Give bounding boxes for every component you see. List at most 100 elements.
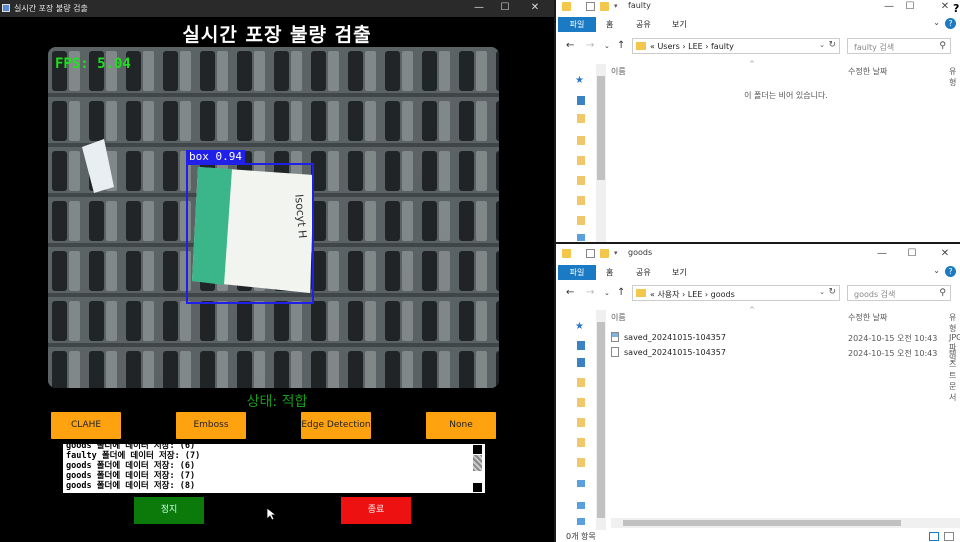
stop-button[interactable]: 정지: [134, 497, 204, 524]
tab-file[interactable]: 파일: [558, 265, 596, 280]
refresh-icon[interactable]: ↻: [828, 40, 836, 50]
help-icon[interactable]: ?: [945, 266, 956, 277]
network-icon[interactable]: [577, 502, 585, 509]
dropdown-icon[interactable]: ▾: [614, 2, 623, 11]
tab-share[interactable]: 공유: [636, 19, 651, 30]
close-icon[interactable]: ✕: [522, 0, 548, 17]
back-icon[interactable]: ←: [566, 40, 574, 51]
large-icons-view-icon[interactable]: [944, 532, 954, 541]
column-date[interactable]: 수정한 날짜: [848, 312, 887, 323]
app-titlebar[interactable]: 실시간 포장 불량 검출 — ☐ ✕: [0, 0, 554, 17]
nav-folder-icon[interactable]: [577, 196, 585, 205]
dropdown-icon[interactable]: ▾: [614, 249, 623, 258]
nav-folder-icon[interactable]: [577, 114, 585, 123]
tab-home[interactable]: 홈: [606, 19, 613, 30]
tab-view[interactable]: 보기: [672, 267, 687, 278]
chevron-down-icon[interactable]: ⌄: [819, 41, 825, 49]
forward-icon[interactable]: →: [586, 40, 594, 51]
up-icon[interactable]: ↑: [617, 40, 625, 51]
new-folder-icon[interactable]: [600, 2, 609, 11]
search-input[interactable]: faulty 검색 ⚲: [847, 38, 951, 54]
log-scrollbar[interactable]: [472, 445, 483, 492]
column-name[interactable]: 이름: [611, 66, 626, 77]
chevron-down-icon[interactable]: ⌄: [933, 266, 940, 275]
chevron-down-icon[interactable]: ⌄: [819, 288, 825, 296]
quick-access-star-icon[interactable]: ★: [575, 75, 584, 86]
exit-button[interactable]: 종료: [341, 497, 411, 524]
nav-folder-icon[interactable]: [577, 156, 585, 165]
nav-folder-icon[interactable]: [577, 438, 585, 447]
file-row[interactable]: saved_20241015-104357 2024-10-15 오전 10:4…: [611, 346, 960, 402]
chevron-down-icon[interactable]: ⌄: [933, 18, 940, 27]
tab-share[interactable]: 공유: [636, 267, 651, 278]
log-textbox[interactable]: goods 폴더에 데이터 저장: (6) faulty 폴더에 데이터 저장:…: [63, 441, 485, 493]
offscreen-window-edge: ?: [953, 2, 960, 15]
column-name[interactable]: 이름: [611, 312, 626, 323]
clahe-button[interactable]: CLAHE: [51, 412, 121, 439]
recent-dropdown-icon[interactable]: ⌄: [604, 289, 610, 297]
maximize-icon[interactable]: ☐: [895, 0, 925, 14]
properties-icon[interactable]: [586, 249, 595, 258]
scroll-down-icon[interactable]: [473, 483, 482, 492]
search-placeholder: faulty 검색: [854, 43, 895, 52]
nav-folder-icon[interactable]: [577, 136, 585, 145]
search-input[interactable]: goods 검색 ⚲: [847, 285, 951, 301]
breadcrumb[interactable]: « 사용자 › LEE › goods ⌄ ↻: [632, 285, 840, 301]
nav-folder-icon[interactable]: [577, 378, 585, 387]
explorer-titlebar[interactable]: ▾ goods — ☐ ✕: [556, 247, 960, 261]
help-icon[interactable]: ?: [945, 18, 956, 29]
back-icon[interactable]: ←: [566, 287, 574, 298]
empty-folder-message: 이 폴더는 비어 있습니다.: [744, 91, 828, 100]
tab-home[interactable]: 홈: [606, 267, 613, 278]
up-icon[interactable]: ↑: [617, 287, 625, 298]
forward-icon[interactable]: →: [586, 287, 594, 298]
nav-scrollbar[interactable]: [596, 64, 606, 242]
nav-folder-icon[interactable]: [577, 458, 585, 467]
drive-icon[interactable]: [577, 518, 585, 525]
explorer-titlebar[interactable]: ▾ faulty — ☐ ✕: [556, 0, 960, 14]
horizontal-scrollbar[interactable]: [611, 518, 960, 528]
nav-folder-icon[interactable]: [577, 418, 585, 427]
column-date[interactable]: 수정한 날짜: [848, 66, 887, 77]
minimize-icon[interactable]: —: [466, 0, 492, 17]
tab-view[interactable]: 보기: [672, 19, 687, 30]
file-row[interactable]: saved_20241015-104357 2024-10-15 오전 10:4…: [611, 331, 960, 363]
maximize-icon[interactable]: ☐: [897, 247, 927, 261]
scroll-thumb[interactable]: [597, 322, 605, 518]
explorer-title: goods: [628, 248, 653, 257]
close-icon[interactable]: ✕: [930, 247, 960, 261]
log-line: goods 폴더에 데이터 저장: (8): [66, 481, 196, 491]
this-pc-icon[interactable]: [577, 480, 585, 487]
nav-folder-icon[interactable]: [577, 398, 585, 407]
edge-detection-button[interactable]: Edge Detection: [301, 412, 371, 439]
log-line: goods 폴더에 데이터 저장: (6): [66, 441, 196, 451]
recent-dropdown-icon[interactable]: ⌄: [604, 42, 610, 50]
ribbon: 파일 홈 공유 보기 ⌄ ?: [556, 15, 960, 33]
scroll-thumb[interactable]: [623, 520, 901, 526]
emboss-button[interactable]: Emboss: [176, 412, 246, 439]
nav-folder-icon[interactable]: [577, 176, 585, 185]
breadcrumb[interactable]: « Users › LEE › faulty ⌄ ↻: [632, 38, 840, 54]
scroll-thumb[interactable]: [473, 455, 482, 471]
documents-icon[interactable]: [577, 358, 585, 367]
explorer-window-faulty: ▾ faulty — ☐ ✕ 파일 홈 공유 보기 ⌄ ? ← → ⌄ ↑ « …: [556, 0, 960, 242]
tab-file[interactable]: 파일: [558, 17, 596, 32]
new-folder-icon[interactable]: [600, 249, 609, 258]
this-pc-icon[interactable]: [577, 234, 585, 241]
downloads-icon[interactable]: [577, 96, 585, 105]
scroll-thumb[interactable]: [597, 76, 605, 180]
minimize-icon[interactable]: —: [867, 247, 897, 261]
refresh-icon[interactable]: ↻: [828, 287, 836, 297]
nav-scrollbar[interactable]: [596, 310, 606, 530]
nav-folder-icon[interactable]: [577, 216, 585, 225]
scroll-up-icon[interactable]: [473, 445, 482, 454]
downloads-icon[interactable]: [577, 341, 585, 350]
maximize-icon[interactable]: ☐: [492, 0, 518, 17]
details-view-icon[interactable]: [929, 532, 939, 541]
edge-glyph: ?: [953, 2, 960, 15]
column-type[interactable]: 유형: [949, 66, 960, 88]
none-filter-button[interactable]: None: [426, 412, 496, 439]
properties-icon[interactable]: [586, 2, 595, 11]
search-placeholder: goods 검색: [854, 290, 896, 299]
quick-access-star-icon[interactable]: ★: [575, 321, 584, 332]
